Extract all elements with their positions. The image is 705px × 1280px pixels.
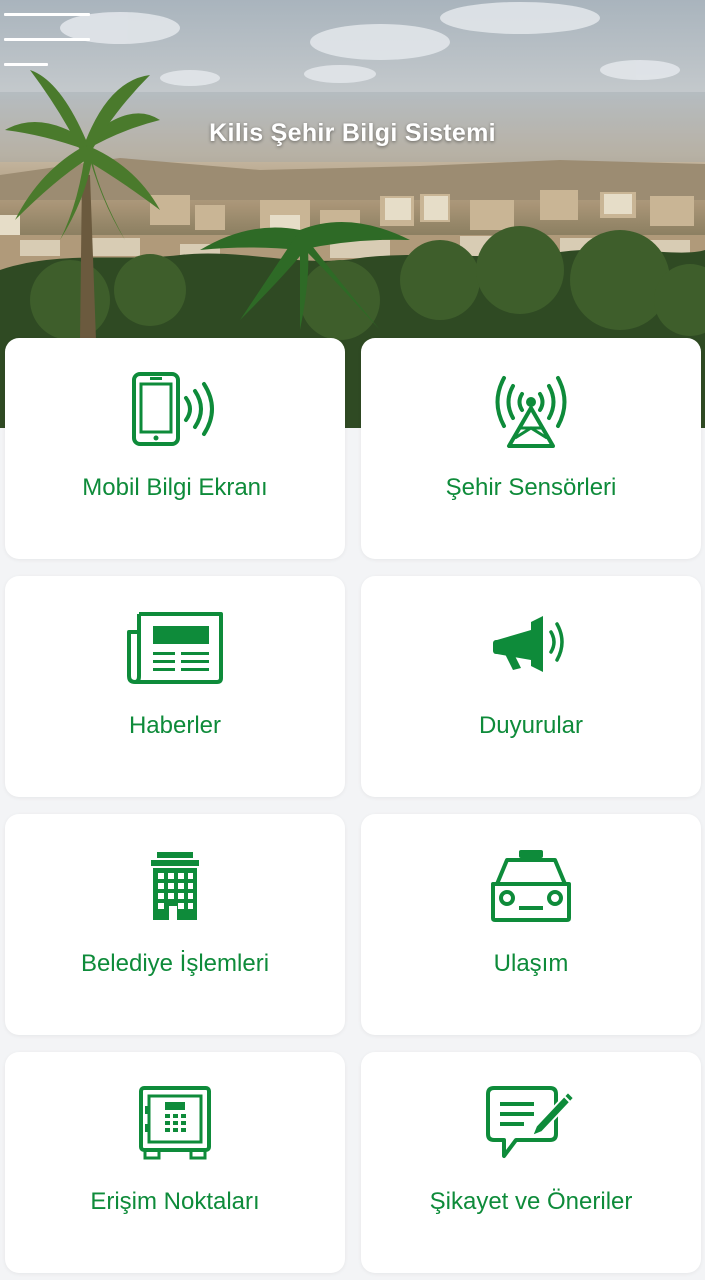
- safe-icon: [139, 1086, 211, 1160]
- menu-card-belediye-islemleri[interactable]: Belediye İşlemleri: [5, 814, 345, 1035]
- menu-card-label: Şehir Sensörleri: [445, 474, 617, 501]
- page-title: Kilis Şehir Bilgi Sistemi: [209, 119, 496, 147]
- menu-card-label: Ulaşım: [493, 950, 569, 977]
- menu-card-sehir-sensorleri[interactable]: Şehir Sensörleri: [361, 338, 701, 559]
- menu-card-ulasim[interactable]: Ulaşım: [361, 814, 701, 1035]
- building-icon: [151, 852, 199, 920]
- menu-card-label: Haberler: [128, 712, 222, 739]
- menu-card-label: Mobil Bilgi Ekranı: [82, 474, 268, 501]
- menu-card-erisim-noktalari[interactable]: Erişim Noktaları: [5, 1052, 345, 1273]
- megaphone-icon: [493, 616, 564, 672]
- menu-card-haberler[interactable]: Haberler: [5, 576, 345, 797]
- feedback-message-icon: [486, 1086, 575, 1158]
- antenna-tower-icon: [495, 376, 567, 448]
- menu-card-duyurular[interactable]: Duyurular: [361, 576, 701, 797]
- menu-button[interactable]: [0, 8, 96, 72]
- menu-card-sikayet-ve-oneriler[interactable]: Şikayet ve Öneriler: [361, 1052, 701, 1273]
- menu-card-label: Şikayet ve Öneriler: [429, 1188, 633, 1215]
- mobile-phone-signal-icon: [132, 372, 214, 446]
- taxi-icon: [491, 850, 571, 922]
- menu-card-mobil-bilgi-ekrani[interactable]: Mobil Bilgi Ekranı: [5, 338, 345, 559]
- newspaper-icon: [127, 612, 223, 684]
- menu-card-label: Belediye İşlemleri: [80, 950, 270, 977]
- menu-card-label: Erişim Noktaları: [90, 1188, 260, 1215]
- menu-card-label: Duyurular: [478, 712, 584, 739]
